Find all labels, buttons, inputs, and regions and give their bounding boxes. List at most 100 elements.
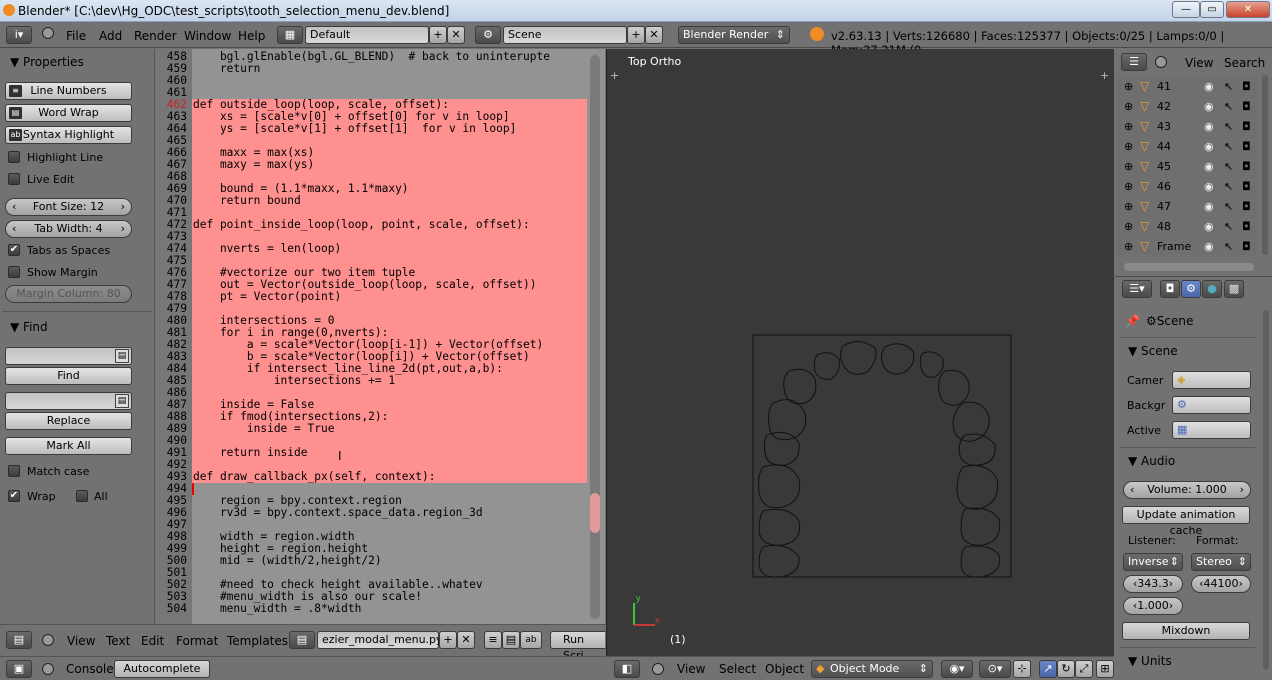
outliner-vscroll[interactable] xyxy=(1262,75,1268,255)
outliner-menu-search[interactable]: Search xyxy=(1224,56,1265,70)
word-wrap-toggle-icon[interactable]: ▤ xyxy=(502,631,520,649)
outliner-menu-view[interactable]: View xyxy=(1185,56,1213,70)
syntax-toggle-icon[interactable]: ab xyxy=(520,631,542,649)
render-engine-select[interactable]: Blender Render ⇕ xyxy=(678,26,790,44)
text-browse-icon[interactable]: ▤ xyxy=(289,631,315,649)
find-text-input[interactable]: ▤ xyxy=(5,347,132,365)
pivot-point-icon[interactable]: ⊙▾ xyxy=(979,660,1011,678)
info-editor-icon[interactable]: i▾ xyxy=(6,26,32,44)
manipulator-toggle-icon[interactable]: ⊹ xyxy=(1013,660,1031,678)
line-numbers-toggle-icon[interactable]: ≡ xyxy=(484,631,502,649)
collapse-menu-icon[interactable] xyxy=(652,663,664,675)
properties-type-icon[interactable]: ☰▾ xyxy=(1122,280,1152,298)
collapse-menu-icon[interactable] xyxy=(42,634,54,646)
minimize-button[interactable]: — xyxy=(1172,1,1200,18)
menu-file[interactable]: File xyxy=(66,29,86,43)
remove-layout-icon[interactable]: ✕ xyxy=(447,26,465,44)
render-camera-icon[interactable]: ◘ xyxy=(1242,120,1251,133)
wrap-checkbox[interactable]: ✔ xyxy=(8,490,20,502)
expand-plus-icon[interactable]: ⊕ xyxy=(1124,180,1133,193)
mixdown-button[interactable]: Mixdown xyxy=(1122,622,1250,640)
visibility-eye-icon[interactable]: ◉ xyxy=(1204,80,1214,93)
autocomplete-button[interactable]: Autocomplete xyxy=(114,660,210,678)
listener-select[interactable]: Inverse ⇕ xyxy=(1123,553,1183,571)
expand-plus-icon[interactable]: ⊕ xyxy=(1124,140,1133,153)
outliner-item[interactable]: ⊕ ▽ 46 ◉ ↖ ◘ xyxy=(1122,178,1257,197)
format-select[interactable]: Stereo ⇕ xyxy=(1191,553,1251,571)
render-camera-icon[interactable]: ◘ xyxy=(1242,240,1251,253)
outliner-item[interactable]: ⊕ ▽ 47 ◉ ↖ ◘ xyxy=(1122,198,1257,217)
outliner-item[interactable]: ⊕ ▽ 48 ◉ ↖ ◘ xyxy=(1122,218,1257,237)
find-button[interactable]: Find xyxy=(5,367,132,385)
add-scene-icon[interactable]: + xyxy=(627,26,645,44)
unlink-text-icon[interactable]: ✕ xyxy=(457,631,475,649)
outliner-hscroll[interactable] xyxy=(1124,263,1254,271)
select-arrow-icon[interactable]: ↖ xyxy=(1224,160,1233,173)
texture-tab-icon[interactable]: ▩ xyxy=(1224,280,1244,298)
maximize-button[interactable]: ▭ xyxy=(1200,1,1224,18)
increment-arrow-icon[interactable]: › xyxy=(1240,482,1244,498)
menu-window[interactable]: Window xyxy=(184,29,231,43)
console-editor-icon[interactable]: ▣ xyxy=(6,660,32,678)
expand-plus-icon[interactable]: ⊕ xyxy=(1124,120,1133,133)
scene-tab-icon[interactable]: ⚙ xyxy=(1181,280,1201,298)
run-script-button[interactable]: Run Scri xyxy=(550,631,605,662)
syntax-highlight-button[interactable]: ab Syntax Highlight xyxy=(5,126,132,144)
sample-rate-field[interactable]: ‹44100› xyxy=(1191,575,1251,593)
scale-manipulator-icon[interactable]: ⤢ xyxy=(1075,660,1093,678)
speed-field[interactable]: ‹343.3› xyxy=(1123,575,1183,593)
rotate-manipulator-icon[interactable]: ↻ xyxy=(1057,660,1075,678)
editor-scrollbar[interactable] xyxy=(590,55,600,619)
expand-plus-icon[interactable]: ⊕ xyxy=(1124,160,1133,173)
word-wrap-button[interactable]: ▤ Word Wrap xyxy=(5,104,132,122)
select-arrow-icon[interactable]: ↖ xyxy=(1224,140,1233,153)
scene-icon[interactable]: ⚙ xyxy=(475,26,501,44)
menu-help[interactable]: Help xyxy=(238,29,265,43)
decrement-arrow-icon[interactable]: ‹ xyxy=(1130,482,1134,498)
render-camera-icon[interactable]: ◘ xyxy=(1242,80,1251,93)
expand-plus-icon[interactable]: ⊕ xyxy=(1124,100,1133,113)
visibility-eye-icon[interactable]: ◉ xyxy=(1204,200,1214,213)
doppler-field[interactable]: ‹1.000› xyxy=(1123,597,1183,615)
menu-add[interactable]: Add xyxy=(99,29,122,43)
remove-scene-icon[interactable]: ✕ xyxy=(645,26,663,44)
editor-scrollbar-thumb[interactable] xyxy=(590,493,600,533)
outliner-item[interactable]: ⊕ ▽ 45 ◉ ↖ ◘ xyxy=(1122,158,1257,177)
expand-plus-icon[interactable]: ⊕ xyxy=(1124,220,1133,233)
font-size-field[interactable]: ‹ Font Size: 12 › xyxy=(5,198,132,216)
visibility-eye-icon[interactable]: ◉ xyxy=(1204,220,1214,233)
text-file-field[interactable]: ezier_modal_menu.py xyxy=(317,631,443,649)
all-checkbox[interactable] xyxy=(76,490,88,502)
collapse-menu-icon[interactable] xyxy=(42,27,54,39)
scene-section-header[interactable]: ▼ Scene xyxy=(1128,344,1178,358)
viewport-shading-icon[interactable]: ◉▾ xyxy=(941,660,973,678)
render-camera-icon[interactable]: ◘ xyxy=(1242,180,1251,193)
clipboard-icon[interactable]: ▤ xyxy=(115,349,129,363)
volume-field[interactable]: ‹ Volume: 1.000 › xyxy=(1123,481,1251,499)
outliner-item[interactable]: ⊕ ▽ 43 ◉ ↖ ◘ xyxy=(1122,118,1257,137)
mark-all-button[interactable]: Mark All xyxy=(5,437,132,455)
outliner-item[interactable]: ⊕ ▽ 41 ◉ ↖ ◘ xyxy=(1122,78,1257,97)
pin-icon[interactable]: 📌 xyxy=(1125,314,1140,328)
menu-console[interactable]: Console xyxy=(66,662,114,676)
show-margin-checkbox[interactable] xyxy=(8,266,20,278)
select-arrow-icon[interactable]: ↖ xyxy=(1224,240,1233,253)
highlight-line-checkbox[interactable] xyxy=(8,151,20,163)
menu-object[interactable]: Object xyxy=(765,662,804,676)
menu-edit[interactable]: Edit xyxy=(141,634,164,648)
collapse-menu-icon[interactable] xyxy=(42,663,54,675)
menu-select[interactable]: Select xyxy=(719,662,756,676)
3d-view-type-icon[interactable]: ◧ xyxy=(614,660,640,678)
collapse-menu-icon[interactable] xyxy=(1155,56,1167,68)
increment-arrow-icon[interactable]: › xyxy=(121,221,125,237)
line-numbers-button[interactable]: ≡ Line Numbers xyxy=(5,82,132,100)
render-camera-icon[interactable]: ◘ xyxy=(1242,220,1251,233)
visibility-eye-icon[interactable]: ◉ xyxy=(1204,180,1214,193)
visibility-eye-icon[interactable]: ◉ xyxy=(1204,140,1214,153)
screen-layout-icon[interactable]: ▦ xyxy=(277,26,303,44)
new-text-icon[interactable]: + xyxy=(439,631,457,649)
clipboard-icon[interactable]: ▤ xyxy=(115,394,129,408)
outliner-item[interactable]: ⊕ ▽ 44 ◉ ↖ ◘ xyxy=(1122,138,1257,157)
increment-arrow-icon[interactable]: › xyxy=(121,199,125,215)
camera-field[interactable]: ◈ xyxy=(1172,371,1251,389)
